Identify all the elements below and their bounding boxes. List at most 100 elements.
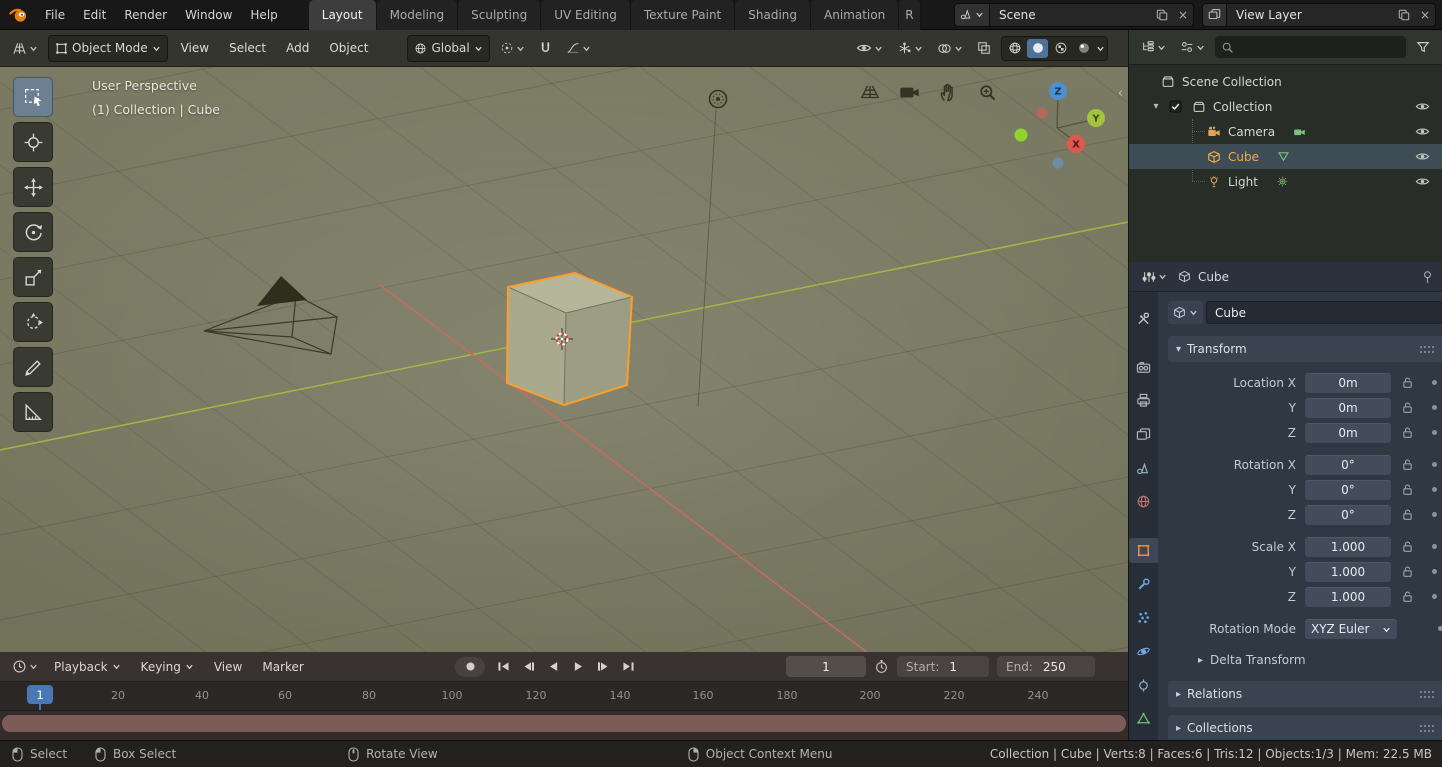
lock-icon[interactable] [1402,508,1413,521]
light-data-icon[interactable] [1276,175,1289,188]
tab-modifiers[interactable] [1129,572,1158,597]
shading-wireframe-button[interactable] [1004,39,1025,58]
next-keyframe-button[interactable] [592,657,615,677]
outliner-row-scene-collection[interactable]: Scene Collection [1129,69,1442,94]
animate-dot[interactable] [1432,487,1437,492]
previous-keyframe-button[interactable] [517,657,540,677]
view-layer-new-button[interactable] [1393,4,1415,26]
drag-handle-icon[interactable] [1419,690,1435,699]
lock-icon[interactable] [1402,540,1413,553]
scale-z-field[interactable]: 1.000 [1305,587,1391,607]
rotation-y-field[interactable]: 0° [1305,480,1391,500]
lock-icon[interactable] [1402,376,1413,389]
tab-world[interactable] [1129,489,1158,514]
scene-name[interactable]: Scene [990,8,1151,22]
transform-orientation-selector[interactable]: Global [407,35,489,62]
menu-window[interactable]: Window [176,8,241,22]
play-button[interactable] [567,657,590,677]
workspace-tab-shading[interactable]: Shading [735,0,811,30]
camera-view-button[interactable] [897,80,921,104]
menu-add[interactable]: Add [279,41,316,55]
mesh-data-icon[interactable] [1277,150,1290,163]
outliner-filter-button[interactable] [1412,40,1434,54]
overlays-dropdown[interactable] [933,41,967,56]
lock-icon[interactable] [1402,426,1413,439]
animate-dot[interactable] [1438,626,1442,631]
workspace-tab-texture-paint[interactable]: Texture Paint [631,0,735,30]
panel-transform-header[interactable]: ▾ Transform [1168,336,1442,362]
outliner-row-light[interactable]: Light [1129,169,1442,194]
panel-collections-header[interactable]: ▸ Collections [1168,715,1442,741]
workspace-tab-rendering[interactable]: R [899,0,920,30]
tool-measure[interactable] [13,392,53,432]
pivot-point-dropdown[interactable] [496,41,529,55]
end-frame-field[interactable]: End:250 [997,656,1095,677]
animate-dot[interactable] [1432,512,1437,517]
tool-annotate[interactable] [13,347,53,387]
eye-icon[interactable] [1415,149,1430,164]
menu-select[interactable]: Select [222,41,273,55]
tab-tool[interactable] [1129,306,1158,331]
timeline-ruler[interactable]: 20 40 60 80 100 120 140 160 180 200 220 … [0,682,1128,711]
outliner-display-mode-button[interactable] [1176,40,1209,54]
viewport-scene[interactable]: Z Y X [0,67,1128,652]
tab-particles[interactable] [1129,605,1158,630]
eye-icon[interactable] [1415,99,1430,114]
object-label[interactable]: Camera [1228,125,1275,139]
disclosure-triangle[interactable]: ▾ [1149,101,1163,112]
jump-to-end-button[interactable] [617,657,640,677]
delta-transform-toggle[interactable]: ▸ Delta Transform [1168,647,1442,673]
id-type-dropdown[interactable] [1168,301,1203,324]
lock-icon[interactable] [1402,401,1413,414]
menu-render[interactable]: Render [115,8,176,22]
workspace-tab-modeling[interactable]: Modeling [377,0,459,30]
animate-dot[interactable] [1432,594,1437,599]
timeline-editor-type-button[interactable] [8,659,42,674]
tab-physics[interactable] [1129,639,1158,664]
scene-unlink-button[interactable]: × [1173,4,1193,26]
menu-keying[interactable]: Keying [133,660,202,674]
tool-select-box[interactable] [13,77,53,117]
outliner-row-camera[interactable]: Camera [1129,119,1442,144]
xray-toggle[interactable] [973,41,995,55]
menu-file[interactable]: File [36,8,74,22]
menu-playback[interactable]: Playback [46,660,129,674]
drag-handle-icon[interactable] [1419,345,1435,354]
visibility-dropdown[interactable] [852,40,887,56]
location-z-field[interactable]: 0m [1305,423,1391,443]
view-layer-remove-button[interactable]: × [1415,4,1435,26]
panel-relations-header[interactable]: ▸ Relations [1168,681,1442,707]
rotation-z-field[interactable]: 0° [1305,505,1391,525]
outliner-search-input[interactable] [1215,36,1406,58]
proportional-editing-dropdown[interactable] [562,41,595,55]
snap-toggle[interactable] [535,41,556,55]
object-name-field[interactable]: Cube [1206,301,1442,324]
tool-cursor[interactable] [13,122,53,162]
shading-solid-button[interactable] [1027,39,1048,58]
tool-scale[interactable] [13,257,53,297]
tool-transform[interactable] [13,302,53,342]
object-label[interactable]: Cube [1228,150,1259,164]
collapse-panel-arrow[interactable]: ‹ [1118,86,1123,101]
pan-view-button[interactable] [936,80,960,104]
timeline-track-area[interactable] [0,711,1128,740]
animate-dot[interactable] [1432,430,1437,435]
tab-view-layer[interactable] [1129,422,1158,447]
blender-logo-icon[interactable] [8,6,28,23]
play-reverse-button[interactable] [542,657,565,677]
gizmos-dropdown[interactable] [893,41,927,56]
location-x-field[interactable]: 0m [1305,373,1391,393]
animate-dot[interactable] [1432,544,1437,549]
lock-icon[interactable] [1402,458,1413,471]
animate-dot[interactable] [1432,380,1437,385]
scale-y-field[interactable]: 1.000 [1305,562,1391,582]
menu-view[interactable]: View [174,41,216,55]
start-frame-field[interactable]: Start:1 [897,656,989,677]
rotation-x-field[interactable]: 0° [1305,455,1391,475]
gizmo-x-neg[interactable] [1037,108,1048,119]
collection-checkbox[interactable] [1169,100,1182,113]
menu-help[interactable]: Help [241,8,286,22]
camera-data-icon[interactable] [1293,125,1306,138]
tab-render[interactable] [1129,355,1158,380]
editor-type-button[interactable] [8,41,42,56]
